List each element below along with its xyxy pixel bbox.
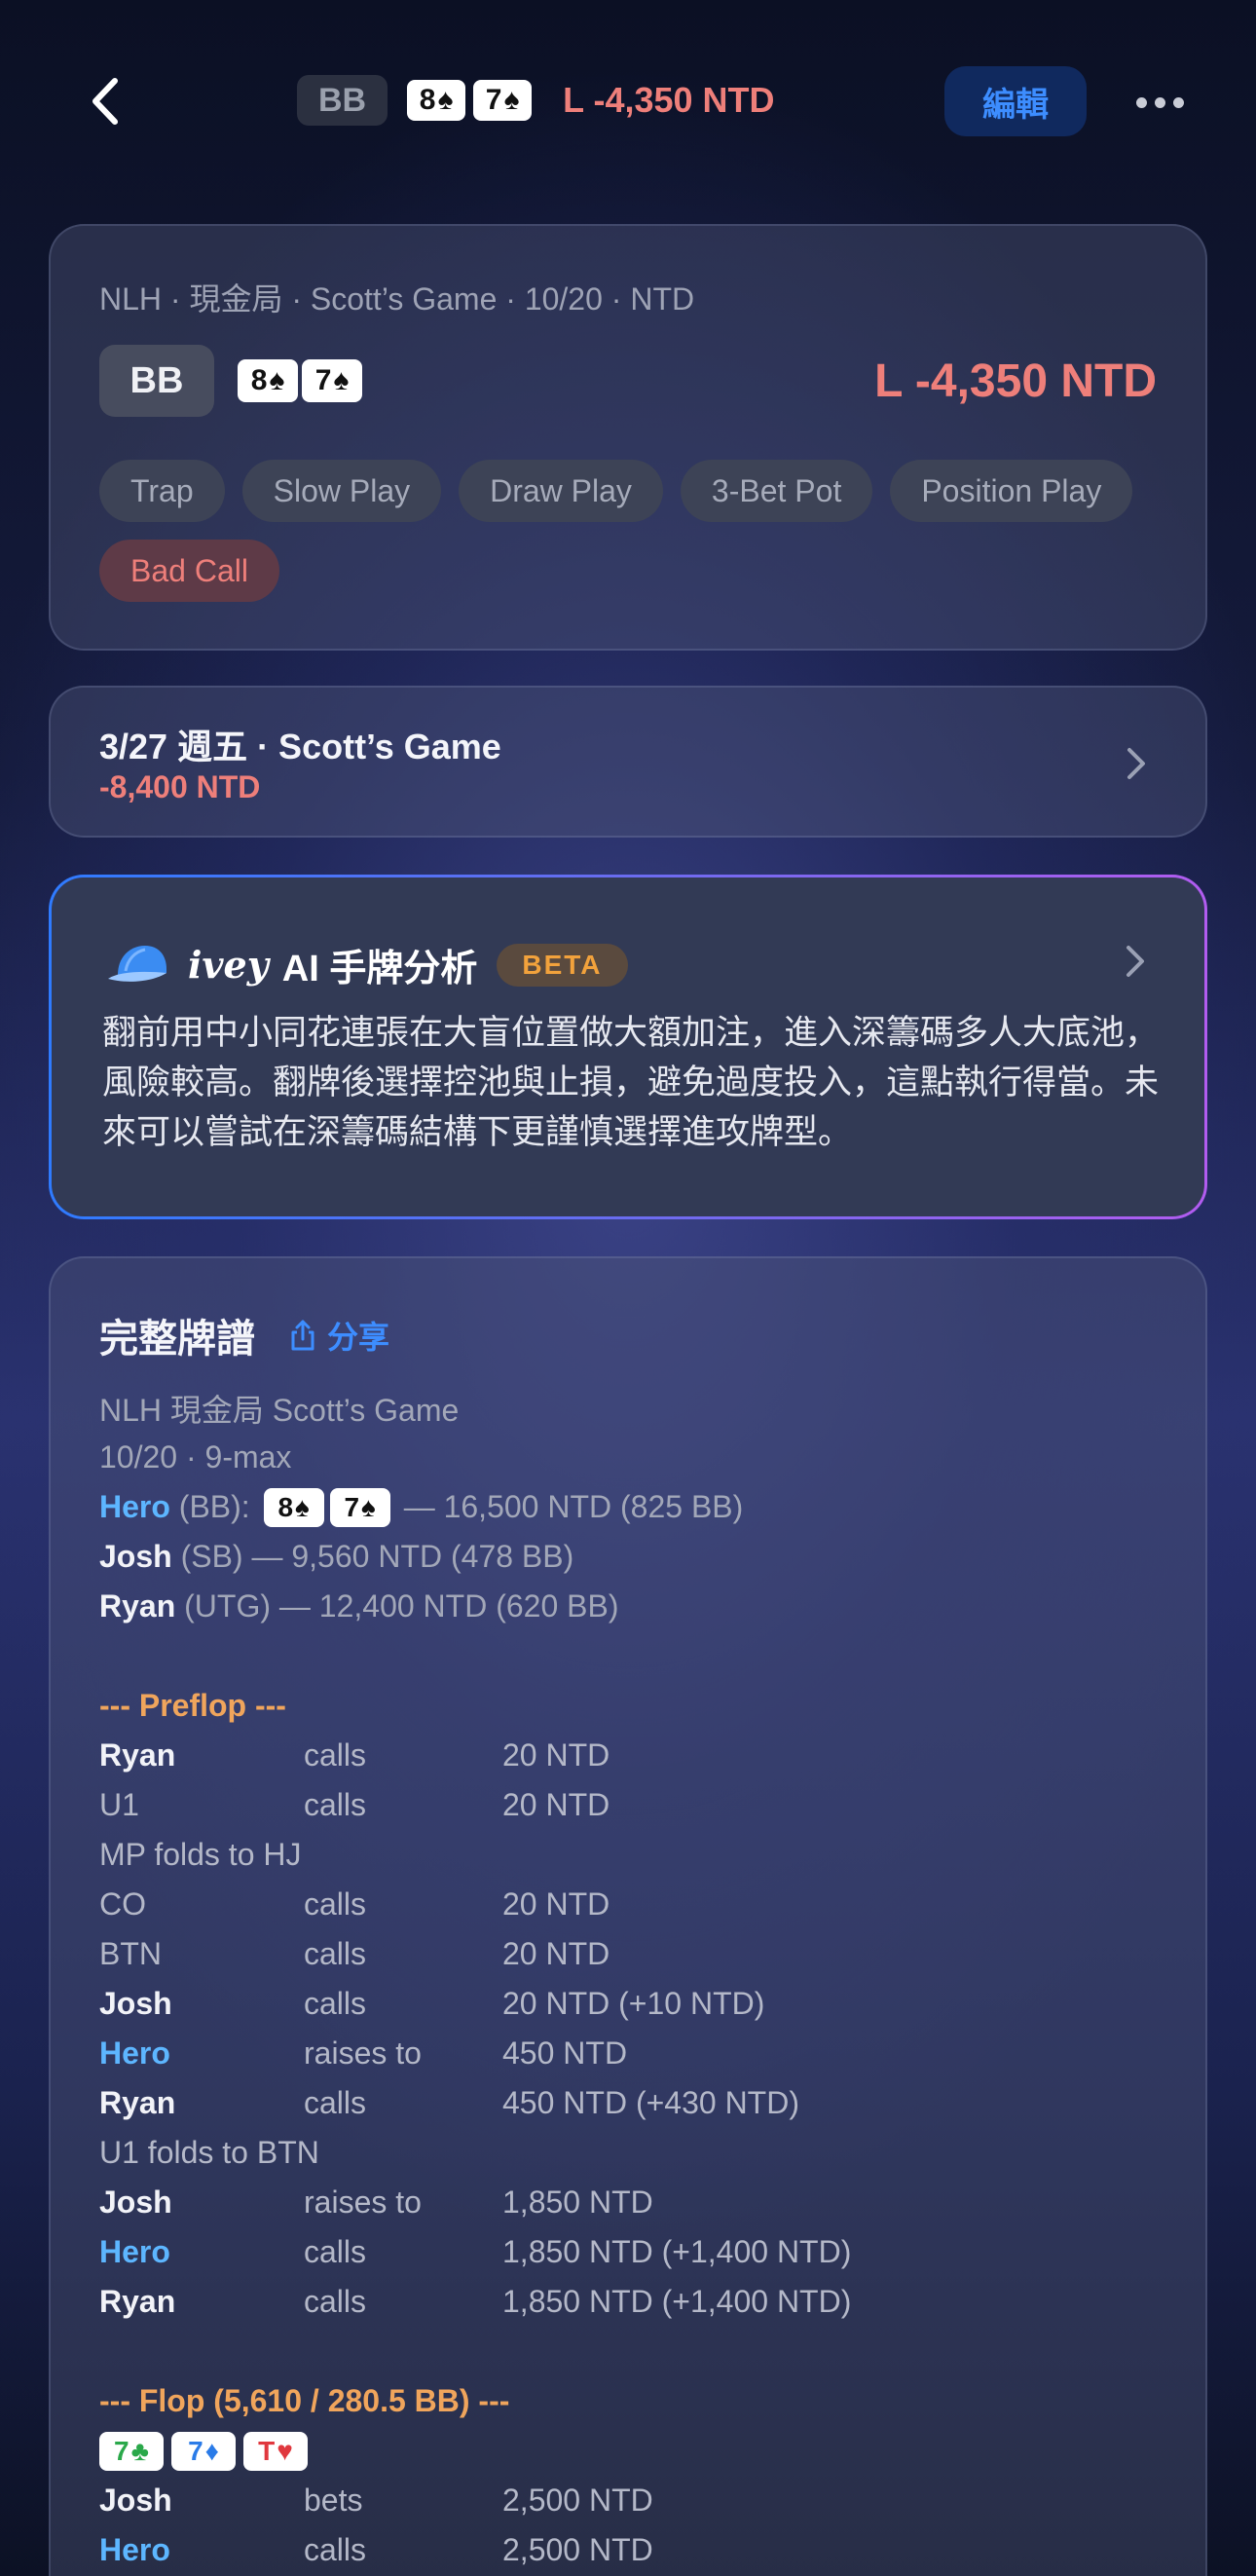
ai-analysis-card[interactable]: ivey AI 手牌分析 BETA 翻前用中小同花連張在大盲位置做大額加注，進入… xyxy=(49,875,1207,1219)
street-header-flop: --- Flop (5,610 / 280.5 BB) --- xyxy=(99,2383,510,2418)
hand-result: L -4,350 NTD xyxy=(874,355,1157,407)
session-amount: -8,400 NTD xyxy=(99,769,261,804)
more-options-icon[interactable] xyxy=(1125,78,1195,127)
player-line: Hero (BB): 8 ♠ 7 ♠ — 16,500 NTD (825 BB) xyxy=(99,1482,1170,1532)
flop-board: 7 ♣ 7 ♦ T ♥ xyxy=(99,2426,1170,2476)
action-row: Josh raises to 1,850 NTD xyxy=(99,2184,653,2220)
playing-card: 7 ♠ xyxy=(329,1487,390,1527)
action-row: U1 calls 20 NTD xyxy=(99,1787,610,1822)
top-bar: BB 8 ♠ 7 ♠ L -4,350 NTD 編輯 xyxy=(0,0,1256,205)
playing-card: 8 ♠ xyxy=(407,80,466,121)
action-row: Ryan calls 1,850 NTD (+1,400 NTD) xyxy=(99,2284,852,2319)
position-badge: BB xyxy=(99,345,214,417)
action-note: MP folds to HJ xyxy=(99,1837,302,1872)
hand-history-header: 完整牌譜 分享 xyxy=(99,1307,389,1363)
playing-card: 8 ♠ xyxy=(263,1487,324,1527)
chevron-left-icon xyxy=(92,78,118,125)
share-button[interactable]: 分享 xyxy=(288,1313,389,1358)
player-line: Ryan (UTG) — 12,400 NTD (620 BB) xyxy=(99,1588,619,1624)
action-row: Josh bets 2,500 NTD xyxy=(99,2483,653,2518)
spade-icon: ♠ xyxy=(333,364,350,396)
playing-card: 7 ♣ xyxy=(99,2431,164,2471)
game-meta: NLH · 現金局 · Scott’s Game · 10/20 · NTD xyxy=(99,281,695,317)
playing-card: T ♥ xyxy=(243,2431,308,2471)
spade-icon: ♠ xyxy=(295,1491,310,1522)
position-chip: BB xyxy=(297,75,388,126)
spade-icon: ♠ xyxy=(437,84,454,116)
date-line: 10/20 · 9-max xyxy=(99,1439,292,1475)
back-button[interactable] xyxy=(76,72,134,131)
action-row: Ryan calls 20 NTD xyxy=(99,1737,610,1773)
tag-trap[interactable]: Trap xyxy=(99,460,225,522)
tag-bad-call[interactable]: Bad Call xyxy=(99,540,279,602)
hand-summary-header: BB 8 ♠ 7 ♠ L -4,350 NTD xyxy=(297,74,775,127)
action-row: CO calls 20 NTD xyxy=(99,1886,610,1922)
chevron-right-icon xyxy=(1127,748,1145,779)
tag-list: Trap Slow Play Draw Play 3-Bet Pot Posit… xyxy=(99,460,1166,602)
playing-card: 7 ♠ xyxy=(473,80,533,121)
playing-card: 7 ♠ xyxy=(302,359,362,402)
action-note: U1 folds to BTN xyxy=(99,2135,319,2170)
ai-analysis-text: 翻前用中小同花連張在大盲位置做大額加注，進入深籌碼多人大底池，風險較高。翻牌後選… xyxy=(102,1014,1160,1151)
action-row: Hero calls 2,500 NTD xyxy=(99,2532,653,2567)
ai-header: ivey AI 手牌分析 BETA xyxy=(106,938,628,991)
tag-slow-play[interactable]: Slow Play xyxy=(241,460,442,522)
hole-cards: 8 ♠ 7 ♠ xyxy=(407,80,533,121)
hand-result: L -4,350 NTD xyxy=(563,80,775,120)
tag-position-play[interactable]: Position Play xyxy=(890,460,1133,522)
summary-row: BB 8 ♠ 7 ♠ L -4,350 NTD xyxy=(99,345,1157,417)
action-row: Josh calls 20 NTD (+10 NTD) xyxy=(99,1986,765,2021)
tag-3bet-pot[interactable]: 3-Bet Pot xyxy=(680,460,873,522)
session-title: 3/27 週五 · Scott’s Game xyxy=(99,727,501,766)
tag-draw-play[interactable]: Draw Play xyxy=(459,460,663,522)
action-row: Hero raises to 450 NTD xyxy=(99,2035,628,2071)
spade-icon: ♠ xyxy=(503,84,520,116)
chevron-right-icon xyxy=(1127,946,1144,977)
playing-card: 8 ♠ xyxy=(238,359,298,402)
hand-history-card: 完整牌譜 分享 NLH 現金局 Scott’s Game 10/20 · 9-m… xyxy=(49,1256,1207,2576)
hero-cards: 8 ♠ 7 ♠ xyxy=(263,1487,390,1527)
game-line: NLH 現金局 Scott’s Game xyxy=(99,1392,460,1428)
playing-card: 7 ♦ xyxy=(171,2431,236,2471)
club-icon: ♣ xyxy=(130,2435,149,2466)
street-header-preflop: --- Preflop --- xyxy=(99,1688,286,1723)
session-link[interactable]: 3/27 週五 · Scott’s Game -8,400 NTD xyxy=(49,686,1207,838)
heart-icon: ♥ xyxy=(277,2435,293,2466)
diamond-icon: ♦ xyxy=(204,2435,219,2466)
share-icon xyxy=(291,1320,314,1351)
edit-button[interactable]: 編輯 xyxy=(944,66,1087,136)
action-row: BTN calls 20 NTD xyxy=(99,1936,610,1971)
beta-badge: BETA xyxy=(497,943,628,987)
ivey-logo: ivey xyxy=(188,943,269,987)
hand-summary-card: NLH · 現金局 · Scott’s Game · 10/20 · NTD B… xyxy=(49,224,1207,651)
hole-cards: 8 ♠ 7 ♠ xyxy=(238,359,362,402)
hand-history-title: 完整牌譜 xyxy=(99,1318,255,1361)
share-label: 分享 xyxy=(327,1320,390,1355)
player-line: Josh (SB) — 9,560 NTD (478 BB) xyxy=(99,1539,574,1574)
cap-icon xyxy=(108,945,166,982)
action-row: Hero calls 1,850 NTD (+1,400 NTD) xyxy=(99,2234,852,2269)
spade-icon: ♠ xyxy=(269,364,285,396)
spade-icon: ♠ xyxy=(361,1491,376,1522)
action-row: Ryan calls 450 NTD (+430 NTD) xyxy=(99,2085,799,2120)
hand-history-body: NLH 現金局 Scott’s Game 10/20 · 9-max Hero … xyxy=(99,1383,1170,2575)
ai-title: AI 手牌分析 xyxy=(281,949,478,989)
